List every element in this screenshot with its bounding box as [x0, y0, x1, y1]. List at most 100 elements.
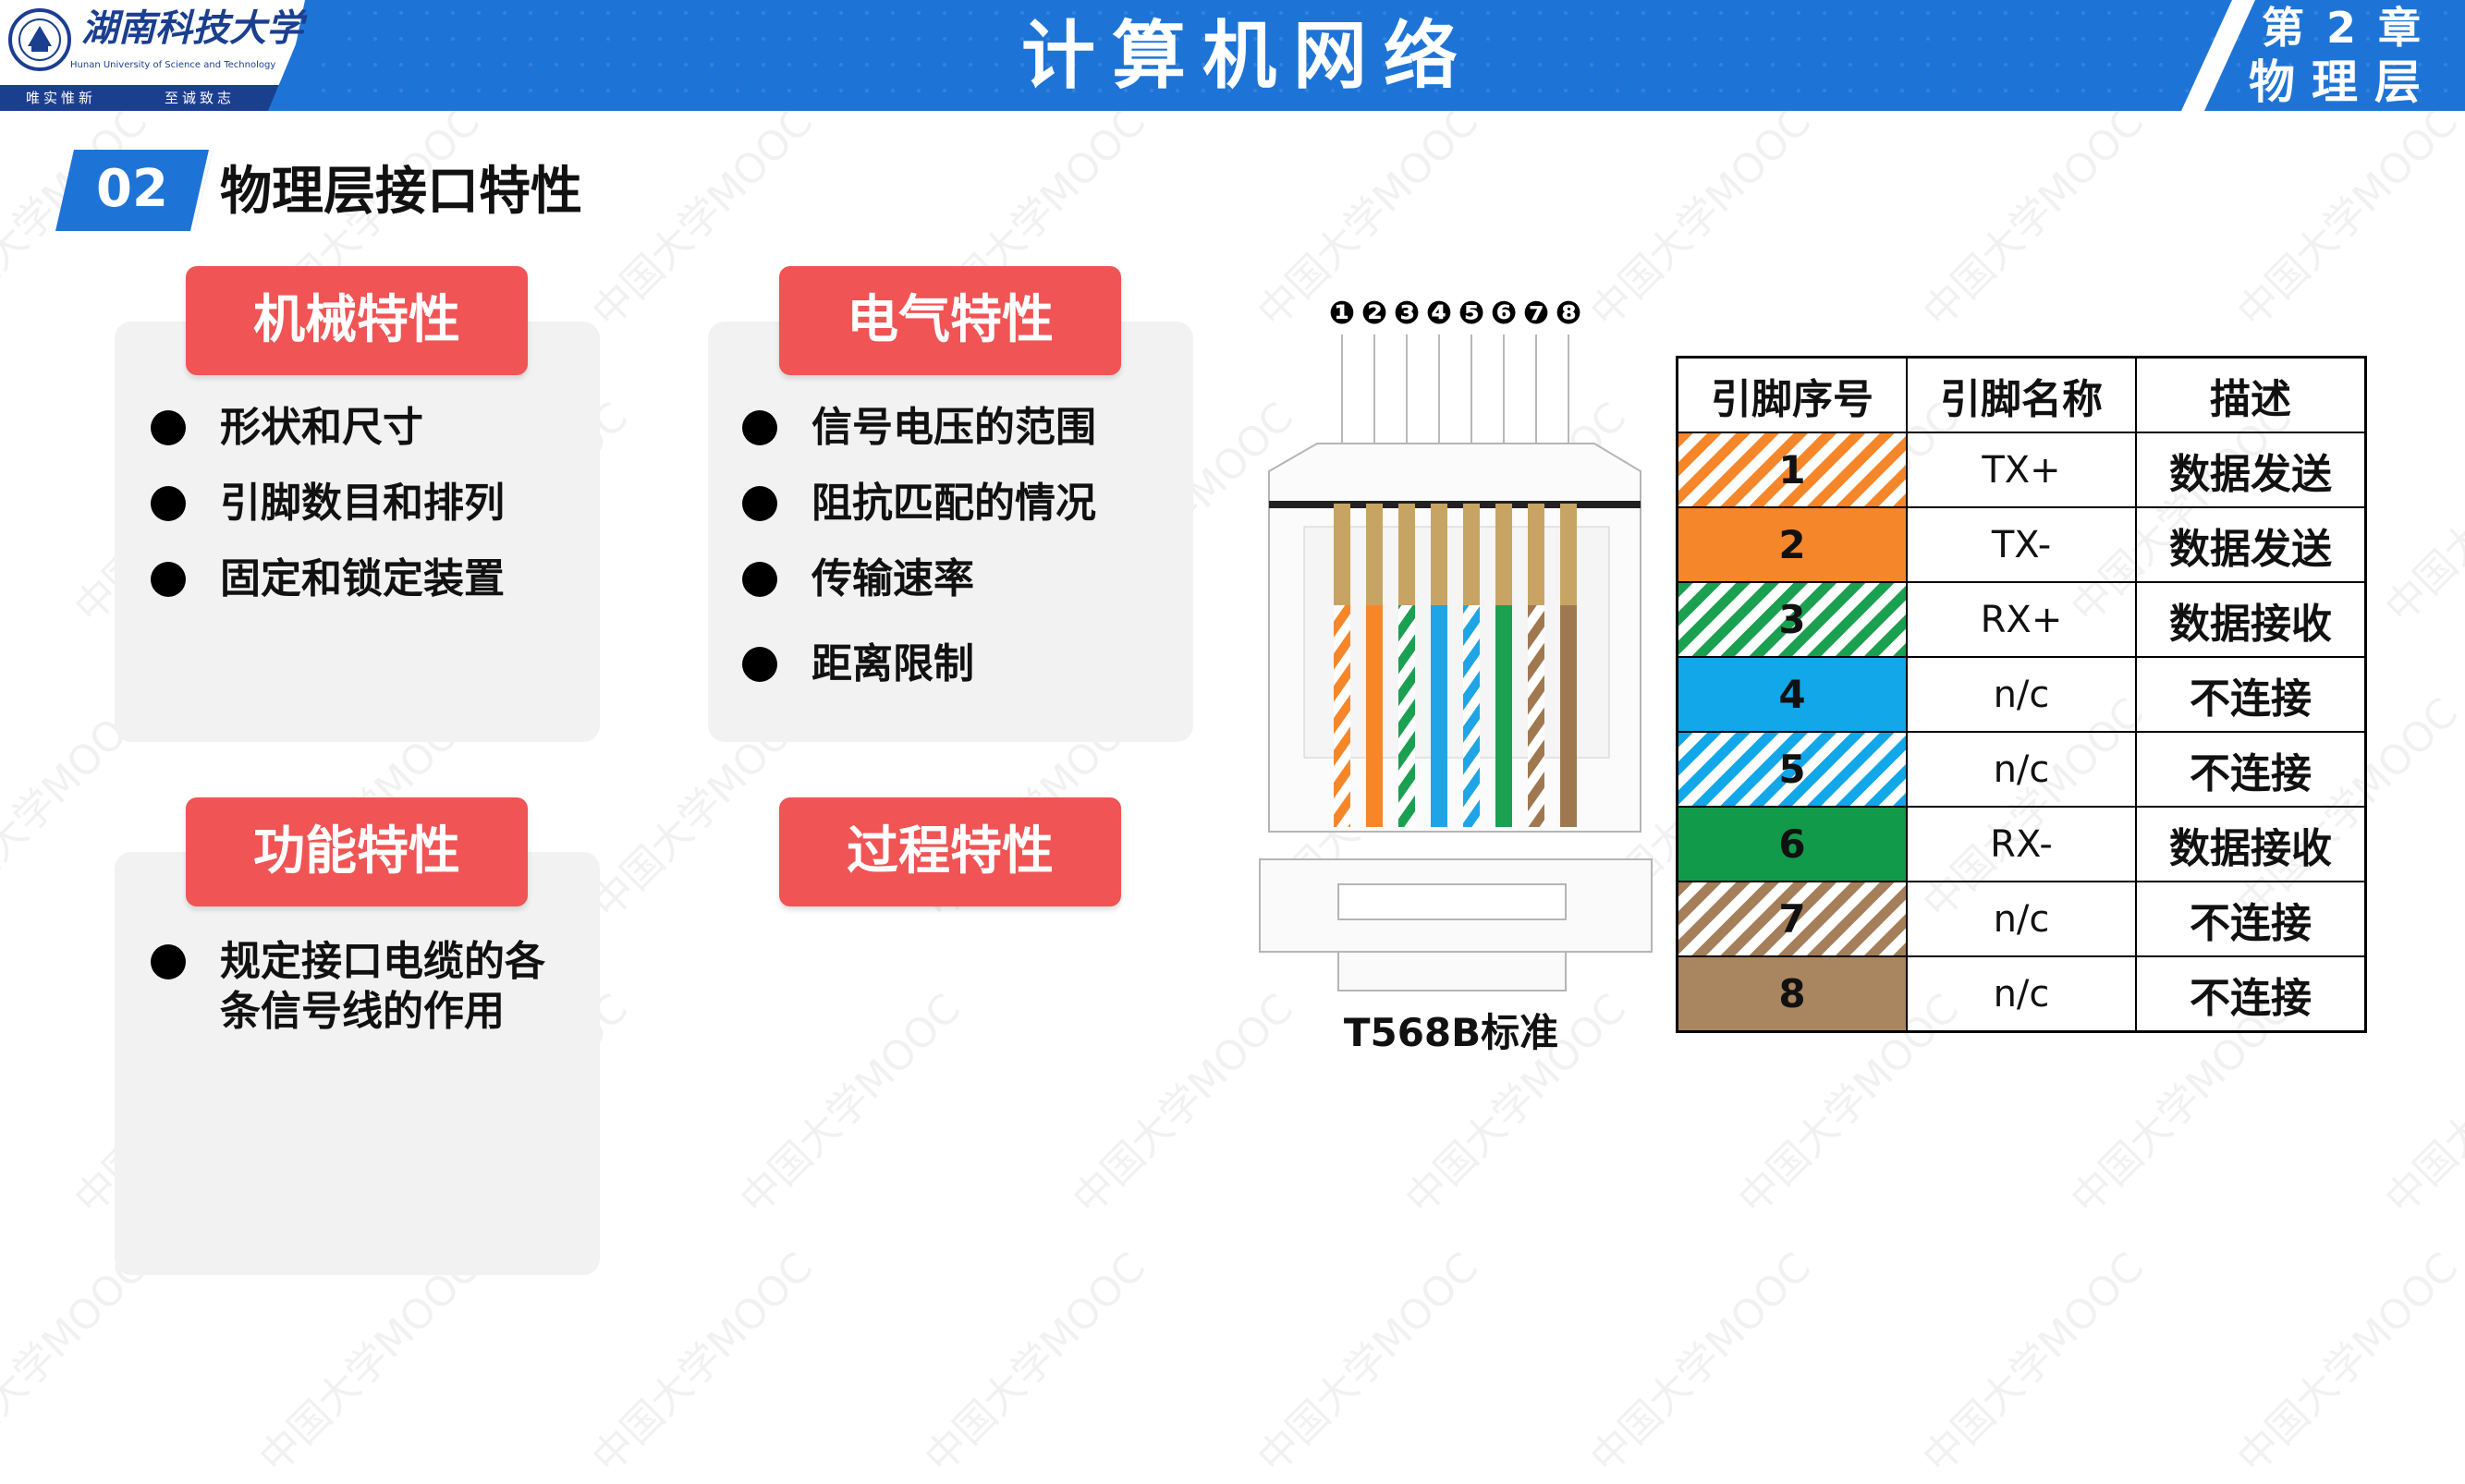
contact-copper: [1528, 504, 1544, 614]
pin-number-label: ❻: [1491, 295, 1518, 332]
pin-description: 不连接: [2135, 656, 2367, 733]
table-row: 6 RX- 数据接收: [1676, 806, 2367, 882]
table-row: 3 RX+ 数据接收: [1676, 581, 2367, 658]
mechanical-title-pill: 机械特性: [186, 266, 528, 375]
standard-label: T568B标准: [1343, 1010, 1559, 1055]
pin-number-label: ❸: [1394, 295, 1421, 332]
watermark-text: 中国大学MOOC: [583, 1244, 823, 1483]
chapter-number: 第 2 章: [2261, 3, 2425, 53]
electrical-item: 距离限制: [811, 640, 974, 687]
column-header: 引脚名称: [1906, 356, 2137, 433]
bullet-icon: [742, 647, 777, 682]
table-row: 4 n/c 不连接: [1676, 656, 2367, 733]
bullet-icon: [151, 486, 186, 521]
pin-name: n/c: [1906, 656, 2137, 733]
pin-number-label: ❽: [1556, 295, 1582, 332]
contact-copper: [1431, 504, 1447, 614]
bullet-icon: [151, 944, 186, 979]
logo-motto-right: 至诚致志: [165, 90, 236, 106]
functional-item: 条信号线的作用: [220, 988, 505, 1035]
pin-number-label: ❶: [1329, 295, 1356, 332]
mechanical-panel: [115, 322, 600, 742]
logo-english-name: Hunan University of Science and Technolo…: [70, 60, 276, 70]
course-title: 计算机网络: [1021, 13, 1474, 99]
pin-description: 数据发送: [2135, 506, 2367, 583]
pin-number-label: ❺: [1458, 295, 1485, 332]
logo-university-name: 湖南科技大学: [81, 6, 303, 50]
pin-number: 2: [1778, 522, 1806, 567]
section-number: 02: [96, 159, 168, 219]
pin-number: 3: [1778, 597, 1806, 642]
pin-name: n/c: [1906, 955, 2137, 1033]
bullet-icon: [742, 410, 777, 445]
pin-number: 1: [1778, 447, 1806, 493]
pin-number-cell: 5: [1676, 731, 1908, 808]
pin-description: 数据接收: [2135, 806, 2367, 882]
table-row: 5 n/c 不连接: [1676, 731, 2367, 808]
pin-number-label: ❹: [1426, 295, 1453, 332]
table-row: 7 n/c 不连接: [1676, 881, 2367, 957]
wire: [1431, 605, 1447, 827]
table-row: 2 TX- 数据发送: [1676, 506, 2367, 583]
watermark-text: 中国大学MOOC: [2376, 985, 2465, 1224]
pin-table: 引脚序号 引脚名称 描述 1 TX+ 数据发送 2 TX- 数据发送 3 RX+…: [1676, 356, 2367, 1033]
section-title: 物理层接口特性: [220, 162, 582, 222]
watermark-text: 中国大学MOOC: [1249, 1244, 1488, 1483]
electrical-item: 信号电压的范围: [811, 404, 1096, 451]
wire: [1366, 605, 1383, 827]
watermark-text: 中国大学MOOC: [2376, 394, 2465, 633]
pin-description: 不连接: [2135, 881, 2367, 957]
watermark-text: 中国大学MOOC: [2228, 98, 2465, 337]
table-row: 1 TX+ 数据发送: [1676, 432, 2367, 508]
pin-number: 8: [1778, 971, 1806, 1016]
watermark-text: 中国大学MOOC: [916, 1244, 1155, 1483]
wire: [1528, 605, 1544, 827]
pin-name: RX-: [1906, 806, 2137, 882]
pin-description: 数据发送: [2135, 432, 2367, 508]
watermark-text: 中国大学MOOC: [1914, 1244, 2154, 1483]
pin-name: RX+: [1906, 581, 2137, 658]
rj45-connector-diagram: ❶❷❸❹❺❻❼❽: [1259, 295, 1653, 991]
watermark-text: 中国大学MOOC: [731, 985, 970, 1224]
functional-title-pill: 功能特性: [186, 797, 528, 906]
bullet-icon: [151, 410, 186, 445]
watermark-text: 中国大学MOOC: [2228, 1244, 2465, 1483]
contact-copper: [1495, 504, 1512, 614]
pin-number-cell: 8: [1676, 955, 1908, 1033]
pin-number-cell: 7: [1676, 881, 1908, 957]
functional-panel: [115, 852, 600, 1275]
contact-copper: [1463, 504, 1480, 614]
wire: [1495, 605, 1512, 827]
electrical-item: 阻抗匹配的情况: [811, 480, 1096, 527]
pin-number-cell: 2: [1676, 506, 1908, 583]
watermark-text: 中国大学MOOC: [1064, 985, 1303, 1224]
pin-name: TX-: [1906, 506, 2137, 583]
column-header: 描述: [2135, 356, 2367, 433]
pin-number-cell: 1: [1676, 432, 1908, 508]
pin-number: 7: [1778, 896, 1806, 942]
mechanical-item: 引脚数目和排列: [220, 480, 505, 527]
electrical-item: 传输速率: [811, 555, 974, 602]
pin-description: 数据接收: [2135, 581, 2367, 658]
wire: [1560, 605, 1577, 827]
bullet-icon: [742, 486, 777, 521]
pin-description: 不连接: [2135, 731, 2367, 808]
wire: [1334, 605, 1350, 827]
mechanical-item: 固定和锁定装置: [220, 555, 505, 602]
procedural-title-pill: 过程特性: [779, 797, 1121, 906]
table-header-row: 引脚序号 引脚名称 描述: [1676, 356, 2367, 433]
pin-number-cell: 3: [1676, 581, 1908, 658]
wire: [1463, 605, 1480, 827]
bullet-icon: [151, 562, 186, 597]
watermark-text: 中国大学MOOC: [1914, 98, 2154, 337]
pin-number-cell: 6: [1676, 806, 1908, 882]
pin-name: n/c: [1906, 731, 2137, 808]
contact-copper: [1398, 504, 1415, 614]
mechanical-item: 形状和尺寸: [220, 404, 423, 451]
watermark-text: 中国大学MOOC: [1581, 1244, 1821, 1483]
pin-name: TX+: [1906, 432, 2137, 508]
electrical-title-pill: 电气特性: [779, 266, 1121, 375]
contact-copper: [1366, 504, 1383, 614]
pin-number: 6: [1778, 821, 1806, 867]
functional-item: 规定接口电缆的各: [220, 938, 545, 985]
